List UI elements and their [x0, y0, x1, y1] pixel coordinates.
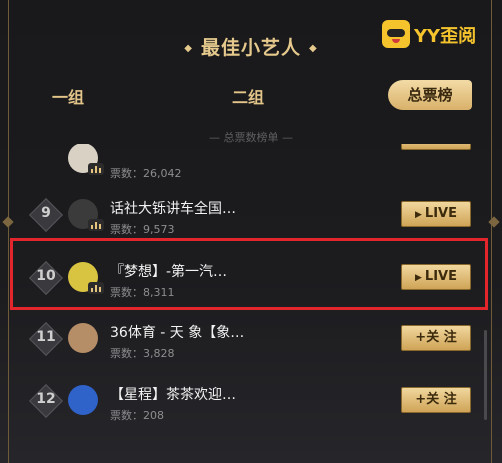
rank-number: 9: [41, 205, 51, 221]
avatar: [68, 323, 98, 353]
live-button[interactable]: [401, 144, 471, 150]
rank-number: 11: [36, 329, 56, 345]
plus-icon: +: [415, 330, 427, 345]
vote-count: 票数：3,828: [110, 347, 175, 360]
follow-button[interactable]: +关 注: [401, 325, 471, 351]
streamer-name: 36体育 - 天 象【象…: [110, 325, 245, 341]
list-subtitle: — 总票数榜单 —: [209, 131, 293, 144]
live-button[interactable]: ▶ LIVE: [401, 201, 471, 227]
avatar: [68, 385, 98, 415]
streamer-name: 【星程】茶茶欢迎…: [110, 387, 236, 403]
title-dot-right: ◆: [309, 43, 318, 54]
live-bars-icon: [88, 163, 104, 175]
vote-count: 票数：26,042: [110, 167, 182, 180]
logo-mascot-icon: [382, 20, 410, 48]
highlight-box: [10, 238, 488, 310]
tab-group-2[interactable]: 二组: [232, 84, 264, 108]
brand-logo: YY歪阅: [382, 20, 482, 48]
list-item[interactable]: 12 【星程】茶茶欢迎… 票数：208 +关 注: [0, 372, 502, 434]
scrollbar[interactable]: [484, 330, 487, 420]
vote-count: 票数：9,573: [110, 223, 175, 236]
vote-count: 票数：208: [110, 409, 164, 422]
title-text: 最佳小艺人: [200, 37, 301, 59]
rank-number: 12: [36, 391, 56, 407]
list-item[interactable]: 票数：26,042: [0, 144, 502, 192]
live-bars-icon: [88, 219, 104, 231]
tab-total-ranking[interactable]: 总票榜: [388, 80, 472, 110]
list-item[interactable]: 11 36体育 - 天 象【象… 票数：3,828 +关 注: [0, 310, 502, 372]
follow-button[interactable]: +关 注: [401, 387, 471, 413]
plus-icon: +: [415, 392, 427, 407]
title-dot-left: ◆: [184, 43, 193, 54]
play-icon: ▶: [415, 210, 422, 220]
tab-group-1[interactable]: 一组: [52, 84, 84, 108]
logo-text: YY歪阅: [414, 26, 477, 47]
streamer-name: 话社大铄讲车全国…: [110, 201, 236, 217]
